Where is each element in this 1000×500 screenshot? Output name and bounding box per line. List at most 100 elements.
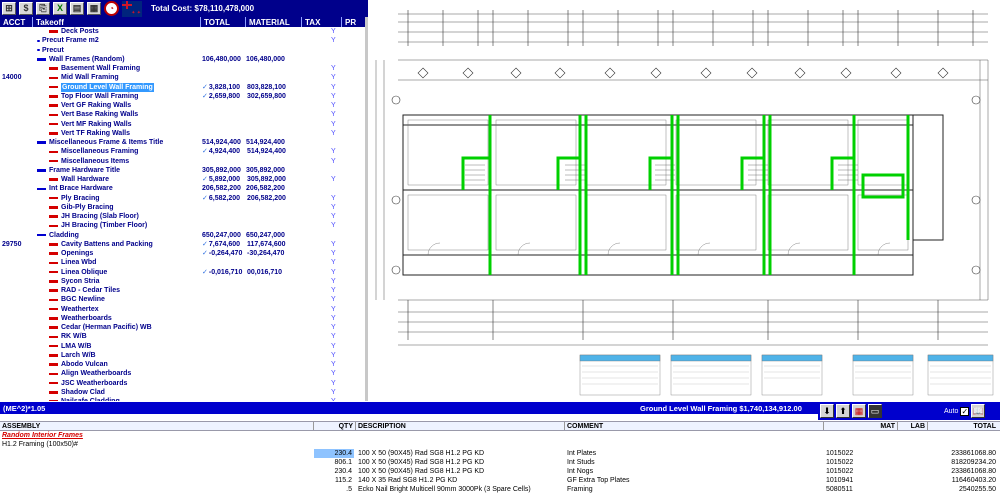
tree-row[interactable]: Linea Oblique ✓-0,016,710 00,016,710 Y xyxy=(0,268,365,277)
tree-row-name[interactable]: Miscellaneous Items xyxy=(61,157,129,166)
tree-row-name[interactable]: Vert TF Raking Walls xyxy=(61,129,130,138)
tree-row-name[interactable]: Frame Hardware Title xyxy=(49,166,120,175)
tree-row-name[interactable]: Ground Level Wall Framing xyxy=(61,82,154,92)
tree-row-flag[interactable]: Y xyxy=(331,157,336,166)
material-column-header[interactable]: MATERIAL xyxy=(246,17,302,27)
clock-icon[interactable]: ◔ xyxy=(104,1,119,16)
tree-row[interactable]: Larch W/B Y xyxy=(0,351,365,360)
tree-row[interactable]: Nailsafe Cladding Y xyxy=(0,397,365,401)
tree-row-flag[interactable]: Y xyxy=(331,101,336,110)
tree-row-name[interactable]: Top Floor Wall Framing xyxy=(61,92,138,101)
tree-row-flag[interactable]: Y xyxy=(331,332,336,341)
tree-row-name[interactable]: Wall Frames (Random) xyxy=(49,55,125,64)
tree-row[interactable]: LMA W/B Y xyxy=(0,342,365,351)
tree-row-name[interactable]: Openings xyxy=(61,249,93,258)
total-column-header[interactable]: TOTAL xyxy=(928,422,1000,430)
assembly-qty[interactable]: 230.4 xyxy=(314,449,354,458)
tree-row-name[interactable]: Weatherboards xyxy=(61,314,112,323)
tree-row-flag[interactable]: Y xyxy=(331,64,336,73)
tree-row-flag[interactable]: Y xyxy=(331,83,336,92)
tree-row[interactable]: BGC Newline Y xyxy=(0,295,365,304)
tree-row-flag[interactable]: Y xyxy=(331,295,336,304)
tree-row-name[interactable]: Linea Oblique xyxy=(61,268,107,277)
tree-row-flag[interactable]: Y xyxy=(331,397,336,401)
tree-row[interactable]: Miscellaneous Frame & Items Title 514,924… xyxy=(0,138,365,147)
tree-row[interactable]: Weathertex Y xyxy=(0,305,365,314)
tree-row[interactable]: Gib-Ply Bracing Y xyxy=(0,203,365,212)
tree-row[interactable]: Deck Posts Y xyxy=(0,27,365,36)
tree-row-flag[interactable]: Y xyxy=(331,110,336,119)
tree-row-flag[interactable]: Y xyxy=(331,147,336,156)
tax-column-header[interactable]: TAX xyxy=(302,17,342,27)
tree-row[interactable]: Cedar (Herman Pacific) WB Y xyxy=(0,323,365,332)
tree-row-flag[interactable]: Y xyxy=(331,203,336,212)
tree-row-name[interactable]: Vert MF Raking Walls xyxy=(61,120,132,129)
tree-row-flag[interactable]: Y xyxy=(331,27,336,36)
assembly-qty[interactable]: 230.4 xyxy=(314,467,354,476)
description-column-header[interactable]: DESCRIPTION xyxy=(356,422,565,430)
tree-row-name[interactable]: Mid Wall Framing xyxy=(61,73,119,82)
tree-row-flag[interactable]: Y xyxy=(331,277,336,286)
tree-row-flag[interactable]: Y xyxy=(331,360,336,369)
tree-row-name[interactable]: Abodo Vulcan xyxy=(61,360,108,369)
tree-row-name[interactable]: Miscellaneous Frame & Items Title xyxy=(49,138,163,147)
arrow-up-icon[interactable]: ⬆ xyxy=(836,404,850,418)
comment-column-header[interactable]: COMMENT xyxy=(565,422,824,430)
grid-icon[interactable]: ▦ xyxy=(852,404,866,418)
arrow-down-icon[interactable]: ⬇ xyxy=(820,404,834,418)
tree-row[interactable]: RAD - Cedar Tiles Y xyxy=(0,286,365,295)
tree-row[interactable]: 29750 Cavity Battens and Packing ✓7,674,60… xyxy=(0,240,365,249)
assembly-row[interactable]: 806.1 100 X 50 (90X45) Rad SG8 H1.2 PG KD… xyxy=(0,458,1000,467)
assembly-row[interactable]: 115.2 140 X 35 Rad SG8 H1.2 PG KD GF Extra… xyxy=(0,476,1000,485)
lab-column-header[interactable]: LAB xyxy=(898,422,928,430)
tree-row[interactable]: JH Bracing (Timber Floor) Y xyxy=(0,221,365,230)
tree-row-name[interactable]: Weathertex xyxy=(61,305,99,314)
tree-row[interactable]: Miscellaneous Framing ✓4,924,400 514,924,4… xyxy=(0,147,365,156)
floor-plan-drawing[interactable] xyxy=(368,0,1000,402)
copy-icon[interactable]: ⎘ xyxy=(36,2,50,15)
tree-row[interactable]: Weatherboards Y xyxy=(0,314,365,323)
tree-row[interactable]: JSC Weatherboards Y xyxy=(0,379,365,388)
tree-row-name[interactable]: Vert GF Raking Walls xyxy=(61,101,131,110)
tree-row[interactable]: Vert MF Raking Walls Y xyxy=(0,120,365,129)
tree-row-flag[interactable]: Y xyxy=(331,342,336,351)
total-column-header[interactable]: TOTAL xyxy=(201,17,246,27)
tree-row-flag[interactable]: Y xyxy=(331,268,336,277)
tree-row-flag[interactable]: Y xyxy=(331,221,336,230)
tree-row-name[interactable]: Int Brace Hardware xyxy=(49,184,113,193)
tree-row-name[interactable]: Wall Hardware xyxy=(61,175,109,184)
tree-row-name[interactable]: BGC Newline xyxy=(61,295,105,304)
tree-row-name[interactable]: Align Weatherboards xyxy=(61,369,131,378)
auto-checkbox[interactable]: ✓ xyxy=(960,406,970,416)
acct-column-header[interactable]: ACCT xyxy=(0,17,33,27)
tree-row-flag[interactable]: Y xyxy=(331,369,336,378)
tree-row[interactable]: Vert GF Raking Walls Y xyxy=(0,101,365,110)
tree-row[interactable]: Frame Hardware Title 305,892,000 305,892,0… xyxy=(0,166,365,175)
tree-row-flag[interactable]: Y xyxy=(331,286,336,295)
tree-row[interactable]: Ply Bracing ✓6,582,200 206,582,200 Y xyxy=(0,194,365,203)
tree-row-name[interactable]: Cladding xyxy=(49,231,79,240)
assembly-subtitle-row[interactable]: H1.2 Framing (100x50)# xyxy=(0,440,1000,449)
monitor-icon[interactable]: ▭ xyxy=(868,404,882,418)
tree-row-name[interactable]: RAD - Cedar Tiles xyxy=(61,286,120,295)
tree-row-flag[interactable]: Y xyxy=(331,36,336,45)
tree-row-name[interactable]: Miscellaneous Framing xyxy=(61,147,138,156)
tree-row-flag[interactable]: Y xyxy=(331,323,336,332)
tree-row-name[interactable]: Shadow Clad xyxy=(61,388,105,397)
tree-row[interactable]: Wall Hardware ✓5,892,000 305,892,000 Y xyxy=(0,175,365,184)
tree-row[interactable]: RK W/B Y xyxy=(0,332,365,341)
tree-row-name[interactable]: Sycon Stria xyxy=(61,277,100,286)
assembly-qty[interactable]: 115.2 xyxy=(314,476,354,485)
tree-row-flag[interactable]: Y xyxy=(331,314,336,323)
tree-row-flag[interactable]: Y xyxy=(331,73,336,82)
print-icon[interactable]: ▤ xyxy=(70,2,84,15)
excel-icon[interactable]: X xyxy=(53,2,67,15)
tree-row-name[interactable]: JH Bracing (Timber Floor) xyxy=(61,221,147,230)
tree-row-name[interactable]: Precut Frame m2 xyxy=(42,36,99,45)
tree-row-name[interactable]: LMA W/B xyxy=(61,342,91,351)
tree-row-name[interactable]: Vert Base Raking Walls xyxy=(61,110,138,119)
tree-row-flag[interactable]: Y xyxy=(331,249,336,258)
tree-row-name[interactable]: Deck Posts xyxy=(61,27,99,36)
tree-row-flag[interactable]: Y xyxy=(331,305,336,314)
tree-row-name[interactable]: Precut xyxy=(42,46,64,55)
